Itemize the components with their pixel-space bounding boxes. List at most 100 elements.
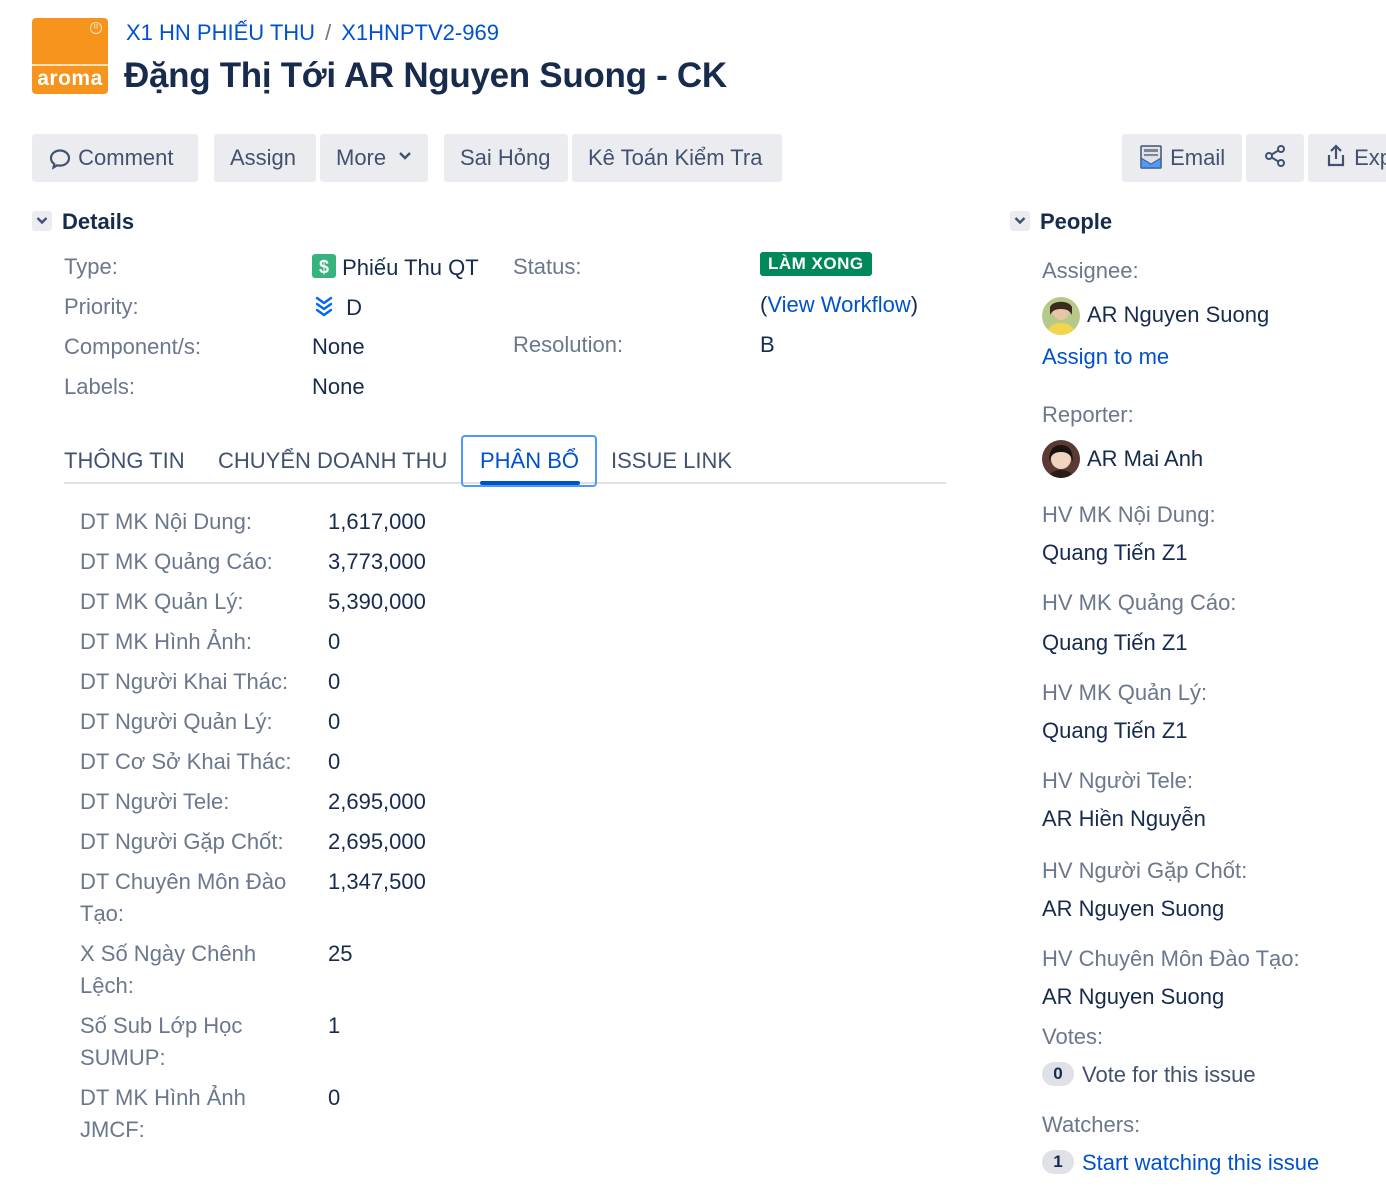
field-value: 1,347,500 bbox=[328, 869, 426, 894]
assignee-label: Assignee: bbox=[1042, 258, 1139, 283]
field-label: DT MK Quảng Cáo: bbox=[80, 549, 273, 574]
field-label: DT Người Gặp Chốt: bbox=[80, 829, 284, 854]
comment-label: Comment bbox=[78, 145, 174, 170]
hv-gap-chot-value: AR Nguyen Suong bbox=[1042, 896, 1225, 921]
reporter-name[interactable]: AR Mai Anh bbox=[1087, 446, 1203, 472]
email-label: Email bbox=[1170, 145, 1226, 170]
sai-hong-button[interactable]: Sai Hỏng bbox=[444, 134, 568, 182]
assign-button[interactable]: Assign bbox=[214, 134, 316, 182]
comment-button[interactable]: Comment bbox=[32, 134, 198, 182]
vote-link[interactable]: Vote for this issue bbox=[1082, 1062, 1256, 1087]
assignee-name[interactable]: AR Nguyen Suong bbox=[1087, 302, 1269, 328]
breadcrumb-project-link[interactable]: X1 HN PHIẾU THU bbox=[126, 20, 315, 45]
votes-label: Votes: bbox=[1042, 1024, 1104, 1049]
field-value: 3,773,000 bbox=[328, 549, 426, 574]
field-label: DT Cơ Sở Khai Thác: bbox=[80, 749, 292, 774]
hv-quan-ly-label: HV MK Quản Lý: bbox=[1042, 680, 1208, 705]
issue-title[interactable]: Đặng Thị Tới AR Nguyen Suong - CK bbox=[124, 56, 727, 96]
breadcrumb-separator: / bbox=[325, 20, 332, 45]
dollar-icon: $ bbox=[312, 254, 336, 280]
votes-row: 0 Vote for this issue bbox=[1042, 1062, 1256, 1088]
comment-icon bbox=[48, 145, 72, 170]
field-label: DT MK Hình Ảnh JMCF: bbox=[80, 1085, 246, 1142]
priority-value: D bbox=[312, 294, 362, 321]
start-watching-link[interactable]: Start watching this issue bbox=[1082, 1150, 1319, 1175]
share-button[interactable] bbox=[1246, 134, 1304, 182]
view-workflow: (View Workflow) bbox=[760, 292, 919, 317]
details-toggle[interactable]: Details bbox=[32, 209, 134, 235]
active-tab-indicator bbox=[480, 481, 580, 485]
resolution-value: B bbox=[760, 332, 775, 357]
assign-to-me-link[interactable]: Assign to me bbox=[1042, 344, 1169, 370]
hv-noi-dung-value: Quang Tiến Z1 bbox=[1042, 540, 1188, 565]
field-label: DT MK Quản Lý: bbox=[80, 589, 244, 614]
reporter-avatar[interactable] bbox=[1042, 440, 1080, 478]
tab-chuyen-doanh-thu[interactable]: CHUYỂN DOANH THU bbox=[218, 448, 447, 474]
hv-dao-tao-label: HV Chuyên Môn Đào Tạo: bbox=[1042, 946, 1300, 971]
email-icon bbox=[1138, 145, 1164, 170]
people-heading: People bbox=[1040, 209, 1113, 234]
project-logo[interactable]: R aroma bbox=[32, 18, 108, 94]
registered-mark-icon: R bbox=[90, 22, 102, 34]
field-value: 0 bbox=[328, 669, 341, 694]
field-value: 0 bbox=[328, 629, 341, 654]
hv-quan-ly-value: Quang Tiến Z1 bbox=[1042, 718, 1188, 743]
email-button[interactable]: Email bbox=[1122, 134, 1242, 182]
hv-tele-label: HV Người Tele: bbox=[1042, 768, 1194, 793]
field-label: DT Người Khai Thác: bbox=[80, 669, 289, 694]
hv-noi-dung-label: HV MK Nội Dung: bbox=[1042, 502, 1216, 527]
breadcrumb-issue-key-link[interactable]: X1HNPTV2-969 bbox=[341, 20, 499, 45]
field-value: 0 bbox=[328, 749, 341, 774]
hv-quang-cao-value: Quang Tiến Z1 bbox=[1042, 630, 1188, 655]
field-value: 5,390,000 bbox=[328, 589, 426, 614]
field-value: 2,695,000 bbox=[328, 789, 426, 814]
tab-issue-link[interactable]: ISSUE LINK bbox=[611, 448, 732, 474]
export-button[interactable]: Export bbox=[1308, 134, 1386, 182]
hv-dao-tao-value: AR Nguyen Suong bbox=[1042, 984, 1225, 1009]
component-label: Component/s: bbox=[64, 334, 201, 359]
field-value: 1 bbox=[328, 1013, 341, 1038]
field-value: 25 bbox=[328, 941, 353, 966]
share-icon bbox=[1263, 145, 1287, 170]
chevron-down-icon bbox=[1010, 211, 1030, 232]
priority-lowest-icon bbox=[312, 295, 336, 320]
svg-text:$: $ bbox=[319, 257, 329, 277]
chevron-down-icon bbox=[392, 145, 412, 170]
field-label: DT Chuyên Môn Đào Tạo: bbox=[80, 869, 287, 926]
hv-quang-cao-label: HV MK Quảng Cáo: bbox=[1042, 590, 1237, 615]
field-value: 0 bbox=[328, 1085, 341, 1110]
field-label: DT MK Hình Ảnh: bbox=[80, 629, 252, 654]
export-label: Export bbox=[1354, 145, 1386, 170]
status-badge: LÀM XONG bbox=[760, 252, 872, 276]
watchers-row: 1 Start watching this issue bbox=[1042, 1150, 1319, 1176]
details-heading: Details bbox=[62, 209, 135, 234]
ke-toan-kiem-tra-button[interactable]: Kê Toán Kiểm Tra bbox=[572, 134, 782, 182]
tab-phan-bo[interactable]: PHÂN BỔ bbox=[480, 448, 579, 474]
tab-thong-tin[interactable]: THÔNG TIN bbox=[64, 448, 185, 474]
hv-tele-value: AR Hiền Nguyễn bbox=[1042, 806, 1206, 831]
watchers-label: Watchers: bbox=[1042, 1112, 1141, 1137]
field-label: Số Sub Lớp Học SUMUP: bbox=[80, 1013, 243, 1070]
more-button[interactable]: More bbox=[320, 134, 428, 182]
priority-label: Priority: bbox=[64, 294, 139, 319]
field-label: DT Người Quản Lý: bbox=[80, 709, 273, 734]
chevron-down-icon bbox=[32, 211, 52, 232]
field-label: DT MK Nội Dung: bbox=[80, 509, 252, 534]
votes-count-badge: 0 bbox=[1042, 1062, 1074, 1087]
field-value: 2,695,000 bbox=[328, 829, 426, 854]
type-value: $ Phiếu Thu QT bbox=[312, 254, 479, 281]
assignee-avatar[interactable] bbox=[1042, 297, 1080, 335]
field-value: 1,617,000 bbox=[328, 509, 426, 534]
labels-label: Labels: bbox=[64, 374, 135, 399]
more-label: More bbox=[336, 145, 387, 170]
component-value: None bbox=[312, 334, 365, 359]
view-workflow-link[interactable]: View Workflow bbox=[767, 292, 910, 317]
logo-text: aroma bbox=[32, 64, 108, 91]
breadcrumb: X1 HN PHIẾU THU / X1HNPTV2-969 bbox=[126, 20, 499, 46]
people-toggle[interactable]: People bbox=[1010, 209, 1112, 235]
hv-gap-chot-label: HV Người Gặp Chốt: bbox=[1042, 858, 1248, 883]
field-label: DT Người Tele: bbox=[80, 789, 230, 814]
watchers-count-badge: 1 bbox=[1042, 1150, 1074, 1175]
labels-value: None bbox=[312, 374, 365, 399]
resolution-label: Resolution: bbox=[513, 332, 624, 357]
